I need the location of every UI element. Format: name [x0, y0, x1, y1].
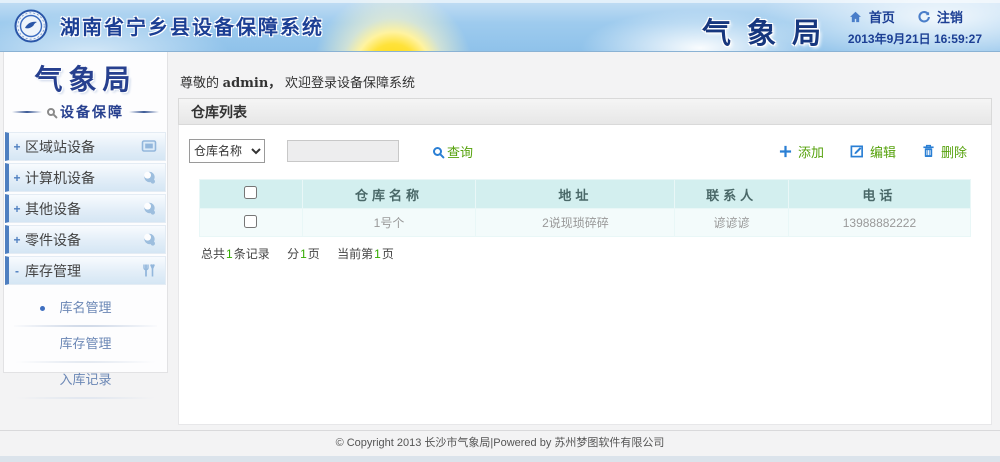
- add-button[interactable]: 添加: [779, 142, 824, 161]
- pagination: 总共1条记录 分1页 当前第1页: [201, 245, 981, 262]
- footer-strip: [0, 456, 1000, 462]
- column-header-warehouse-name: 仓库名称: [302, 180, 476, 209]
- sidebar-item-region-station-equipment[interactable]: + 区域站设备: [5, 132, 166, 161]
- table-row: 1号个 2说现琐碎碎 谚谚谚 13988882222: [200, 209, 971, 237]
- logout-link[interactable]: 注销: [937, 7, 963, 26]
- main-content: 尊敬的 admin， 欢迎登录设备保障系统 仓库列表 仓库名称 查询: [170, 52, 1000, 430]
- warehouse-list-panel: 仓库列表 仓库名称 查询: [178, 98, 992, 425]
- top-header: 湖南省宁乡县设备保障系统 气象局 首页 注销 2013年9月21日 16:59:…: [0, 0, 1000, 52]
- sidebar-item-parts-equipment[interactable]: + 零件设备: [5, 225, 166, 254]
- sidebar: 气象局 设备保障 + 区域站设备 +: [0, 52, 170, 430]
- total-pages-count: 1: [299, 247, 308, 261]
- select-all-checkbox[interactable]: [244, 186, 257, 199]
- copyright-text: © Copyright 2013 长沙市气象局|Powered by 苏州梦图软…: [0, 431, 1000, 456]
- search-input[interactable]: [287, 140, 399, 162]
- refresh-icon: [917, 10, 931, 24]
- cell-warehouse-name: 1号个: [302, 209, 476, 237]
- toolbar: 仓库名称 查询 添加: [189, 139, 981, 163]
- submenu-item-inventory-management[interactable]: 库存管理: [4, 329, 167, 359]
- search-icon: [433, 147, 442, 156]
- sidebar-brand-title: 气象局: [4, 58, 167, 98]
- filter-field-select[interactable]: 仓库名称: [189, 139, 265, 163]
- sidebar-item-inventory-management[interactable]: - 库存管理: [5, 256, 166, 285]
- monitor-icon: [137, 139, 161, 154]
- plus-icon: [779, 145, 792, 158]
- search-button[interactable]: 查询: [433, 142, 473, 161]
- welcome-message: 尊敬的 admin， 欢迎登录设备保障系统: [170, 52, 1000, 98]
- column-header-phone: 电话: [788, 180, 970, 209]
- header-datetime: 2013年9月21日 16:59:27: [848, 30, 982, 47]
- sidebar-item-other-equipment[interactable]: + 其他设备: [5, 194, 166, 223]
- divider: [14, 397, 157, 399]
- column-header-address: 地址: [476, 180, 675, 209]
- delete-button[interactable]: 删除: [922, 142, 967, 161]
- row-checkbox[interactable]: [244, 215, 257, 228]
- system-title: 湖南省宁乡县设备保障系统: [60, 11, 324, 40]
- bureau-emblem-logo: [0, 9, 48, 43]
- warehouse-table: 仓库名称 地址 联系人 电话 1号个 2说现琐碎碎 谚谚谚: [199, 179, 971, 237]
- cell-phone: 13988882222: [788, 209, 970, 237]
- bubble-icon: [137, 201, 161, 216]
- page: 湖南省宁乡县设备保障系统 气象局 首页 注销 2013年9月21日 16:59:…: [0, 0, 1000, 462]
- column-header-contact: 联系人: [675, 180, 788, 209]
- bubble-icon: [137, 170, 161, 185]
- cell-address: 2说现琐碎碎: [476, 209, 675, 237]
- bureau-title: 气象局: [702, 10, 837, 52]
- username: admin，: [223, 76, 282, 91]
- sidebar-menu: + 区域站设备 + 计算机设备 +: [4, 132, 167, 285]
- submenu-item-warehouse-name-management[interactable]: 库名管理: [4, 293, 167, 323]
- cell-contact: 谚谚谚: [675, 209, 788, 237]
- current-page-number: 1: [373, 247, 382, 261]
- divider: [14, 325, 157, 327]
- panel-title: 仓库列表: [178, 98, 992, 125]
- active-bullet-icon: [40, 306, 45, 311]
- trash-icon: [922, 144, 935, 158]
- magnifier-icon: [47, 108, 55, 116]
- tools-icon: [137, 263, 161, 278]
- edit-icon: [850, 144, 864, 158]
- sidebar-submenu: 库名管理 库存管理 入库记录: [4, 287, 167, 399]
- footer: © Copyright 2013 长沙市气象局|Powered by 苏州梦图软…: [0, 430, 1000, 462]
- home-icon: [848, 10, 863, 24]
- edit-button[interactable]: 编辑: [850, 142, 896, 161]
- total-records-count: 1: [225, 247, 234, 261]
- submenu-item-inbound-records[interactable]: 入库记录: [4, 365, 167, 395]
- sidebar-brand-subtitle: 设备保障: [12, 102, 159, 122]
- table-header-row: 仓库名称 地址 联系人 电话: [200, 180, 971, 209]
- sidebar-item-computer-equipment[interactable]: + 计算机设备: [5, 163, 166, 192]
- divider: [14, 361, 157, 363]
- bubble-icon: [137, 232, 161, 247]
- home-link[interactable]: 首页: [869, 7, 895, 26]
